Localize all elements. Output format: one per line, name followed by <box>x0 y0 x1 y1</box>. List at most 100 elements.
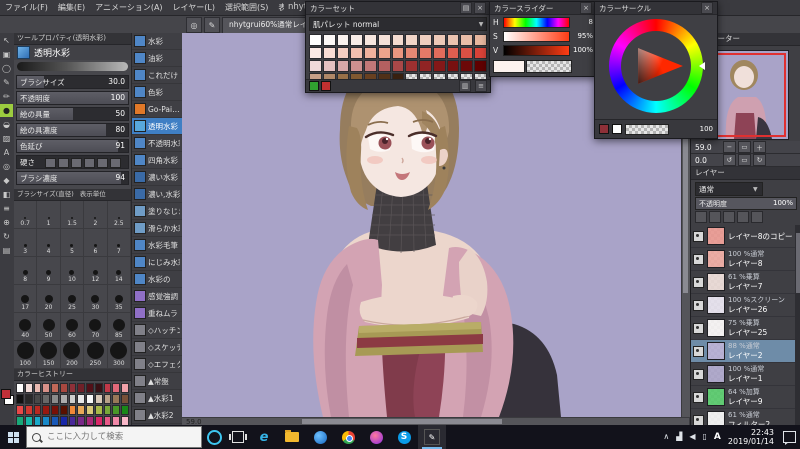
taskbar-app-skype[interactable]: S <box>390 425 418 449</box>
brush-item-不透明水彩[interactable]: 不透明水彩 <box>132 135 182 152</box>
gradient-tool-icon[interactable]: ◧ <box>0 188 13 201</box>
palette-swatch[interactable] <box>364 60 377 72</box>
brush-size-50[interactable]: 50 <box>37 313 61 341</box>
palette-swatch[interactable] <box>391 47 405 59</box>
palette-swatch[interactable] <box>432 34 446 46</box>
volume-icon[interactable]: ◀ <box>689 433 695 441</box>
history-swatch[interactable] <box>94 394 103 404</box>
history-swatch[interactable] <box>51 394 59 404</box>
secondary-color-chip[interactable] <box>612 124 622 134</box>
taskbar-app-file-explorer[interactable] <box>278 425 306 449</box>
palette-swatch[interactable] <box>322 60 336 72</box>
palette-swatch[interactable] <box>364 47 377 59</box>
brush-size-30[interactable]: 30 <box>84 285 108 313</box>
history-swatch[interactable] <box>112 383 121 393</box>
palette-swatch[interactable] <box>419 47 432 59</box>
slider-ブラシ濃度[interactable]: ブラシ濃度 94 <box>16 171 129 185</box>
palette-swatch[interactable] <box>405 34 419 46</box>
history-swatch[interactable] <box>86 405 94 415</box>
slider-ブラシサイズ[interactable]: ブラシサイズ 30.0 <box>16 75 129 89</box>
bucket-tool-icon[interactable]: ◆ <box>0 174 13 187</box>
history-swatch[interactable] <box>24 383 33 393</box>
taskbar-app-app-blue[interactable] <box>306 425 334 449</box>
rotate-reset-icon[interactable]: ▭ <box>738 154 751 166</box>
brush-item-◇エフェクト[interactable]: ◇エフェクト <box>132 356 182 373</box>
history-swatch[interactable] <box>59 405 68 415</box>
brush-item-▲常盤[interactable]: ▲常盤 <box>132 373 182 390</box>
brush-item-▲水彩2[interactable]: ▲水彩2 <box>132 407 182 424</box>
rotate-right-icon[interactable]: ↻ <box>753 154 766 166</box>
brush-item-水彩毛筆[interactable]: 水彩毛筆 <box>132 237 182 254</box>
history-swatch[interactable] <box>103 383 112 393</box>
brush-size-2[interactable]: 2 <box>84 201 108 229</box>
palette-swatch[interactable] <box>377 47 391 59</box>
lock-alpha-icon[interactable] <box>709 211 721 223</box>
eraser-tool-icon[interactable]: ▨ <box>0 132 13 145</box>
pen-tool-icon[interactable]: ✎ <box>0 76 13 89</box>
brush-size-0.7[interactable]: 0.7 <box>14 201 38 229</box>
brush-size-6[interactable]: 6 <box>84 229 108 257</box>
zoom-in-icon[interactable]: ＋ <box>753 141 766 153</box>
layer-row-レイヤー1[interactable]: 100 %通常 レイヤー1 <box>691 363 795 386</box>
layer-row-レイヤー8のコピー[interactable]: レイヤー8のコピー <box>691 225 795 248</box>
brush-size-17[interactable]: 17 <box>14 285 38 313</box>
select-cursor-icon[interactable]: ↖ <box>0 34 13 47</box>
taskbar-app-media-app[interactable] <box>362 425 390 449</box>
palette-swatch[interactable] <box>405 60 419 72</box>
palette-swatch[interactable] <box>474 60 487 72</box>
taskbar-app-chrome[interactable] <box>334 425 362 449</box>
history-swatch[interactable] <box>16 405 24 415</box>
slider-絵の具量[interactable]: 絵の具量 50 <box>16 107 129 121</box>
zoom-reset-icon[interactable]: ▭ <box>738 141 751 153</box>
history-swatch[interactable] <box>121 405 129 415</box>
slider-絵の具濃度[interactable]: 絵の具濃度 80 <box>16 123 129 137</box>
slider-色延び[interactable]: 色延び 91 <box>16 139 129 153</box>
brush-item-油彩[interactable]: 油彩 <box>132 50 182 67</box>
search-input[interactable] <box>45 431 189 443</box>
history-swatch[interactable] <box>33 394 42 404</box>
menu-item-選択範囲(S)[interactable]: 選択範囲(S) <box>220 2 273 13</box>
hardness-step-5[interactable] <box>97 158 108 168</box>
brush-size-5[interactable]: 5 <box>60 229 85 257</box>
compass-icon[interactable]: ◎ <box>186 17 202 33</box>
history-swatch[interactable] <box>16 383 24 393</box>
brush-size-3[interactable]: 3 <box>14 229 38 257</box>
palette-swatch[interactable] <box>350 34 364 46</box>
slider-硬さ[interactable]: 硬さ <box>16 155 129 169</box>
battery-icon[interactable]: ▯ <box>703 433 707 441</box>
brush-size-25[interactable]: 25 <box>60 285 85 313</box>
layer-visibility-toggle[interactable] <box>693 368 704 380</box>
menu-item-編集(E)[interactable]: 編集(E) <box>53 2 90 13</box>
brush-item-濃い水彩[interactable]: 濃い水彩 <box>132 169 182 186</box>
layer-row-レイヤー26[interactable]: 100 %スクリーン レイヤー26 <box>691 294 795 317</box>
history-swatch[interactable] <box>86 394 94 404</box>
layer-row-レイヤー2[interactable]: 88 %通常 レイヤー2 <box>691 340 795 363</box>
brush-size-60[interactable]: 60 <box>60 313 85 341</box>
history-swatch[interactable] <box>68 394 77 404</box>
rotate-left-icon[interactable]: ↺ <box>723 154 736 166</box>
brush-size-tab[interactable]: ブラシサイズ(直径) <box>14 189 77 200</box>
palette-swatch[interactable] <box>446 60 460 72</box>
taskbar-app-edge[interactable]: e <box>250 425 278 449</box>
brush-item-塗りなじませ[interactable]: 塗りなじませ <box>132 203 182 220</box>
zoom-out-icon[interactable]: − <box>723 141 736 153</box>
palette-swatch[interactable] <box>419 60 432 72</box>
history-swatch[interactable] <box>42 383 51 393</box>
pencil-tool-icon[interactable]: ✏ <box>0 90 13 103</box>
palette-swatch[interactable] <box>377 34 391 46</box>
brush-size-70[interactable]: 70 <box>84 313 108 341</box>
hardness-step-2[interactable] <box>58 158 69 168</box>
palette-swatch[interactable] <box>460 60 474 72</box>
delete-layer-icon[interactable] <box>751 211 763 223</box>
brush-size-14[interactable]: 14 <box>107 257 131 285</box>
history-swatch[interactable] <box>51 383 59 393</box>
hand-tool-icon[interactable]: ≡ <box>0 202 13 215</box>
palette-swatch[interactable] <box>432 47 446 59</box>
history-swatch[interactable] <box>68 405 77 415</box>
brush-item-滑らか水彩[interactable]: 滑らか水彩 <box>132 220 182 237</box>
brush-item-◇ハッチン[interactable]: ◇ハッチン <box>132 322 182 339</box>
layer-visibility-toggle[interactable] <box>693 391 704 403</box>
palette-swatch[interactable] <box>419 34 432 46</box>
palette-swatch[interactable] <box>474 47 487 59</box>
brush-size-150[interactable]: 150 <box>37 341 61 369</box>
